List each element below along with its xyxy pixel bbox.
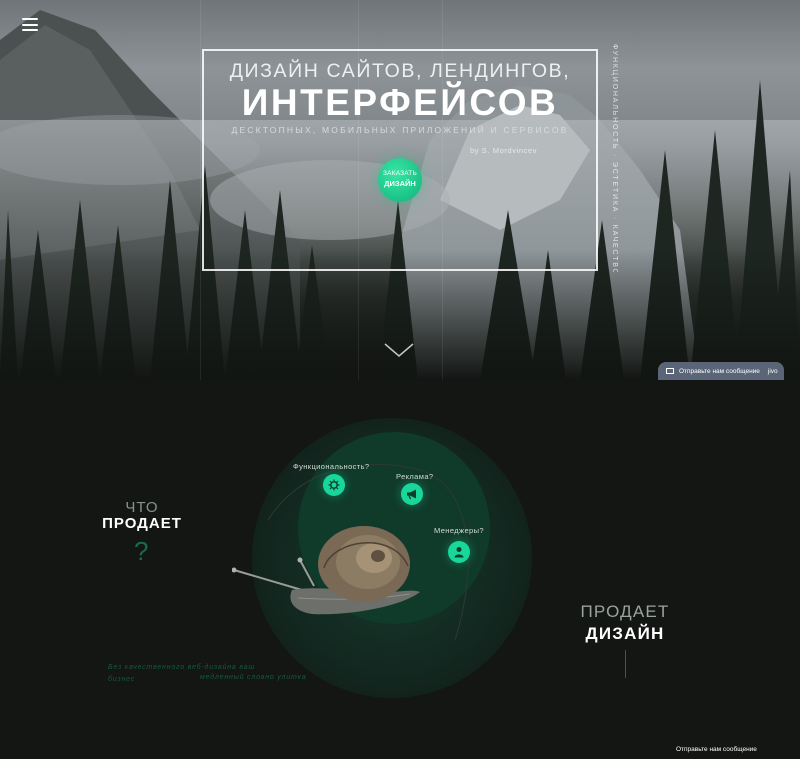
orbit-arc [267, 464, 469, 641]
bottom-chat-link[interactable]: Отправьте нам сообщение [676, 746, 757, 753]
megaphone-icon [407, 489, 416, 500]
node-label-functionality: Функциональность? [293, 462, 370, 471]
what-heading: ЧТО [125, 499, 159, 516]
gear-icon [328, 479, 340, 491]
person-icon [454, 547, 464, 558]
snail-image [232, 526, 420, 615]
managers-node[interactable] [448, 541, 470, 563]
advertising-node[interactable] [401, 483, 423, 505]
sells-design-heading-bottom: ДИЗАЙН [585, 624, 665, 643]
sells-design-heading-top: ПРОДАЕТ [580, 602, 670, 621]
node-label-managers: Менеджеры? [434, 526, 484, 535]
sells-heading: ПРОДАЕТ [102, 515, 182, 532]
divider-line [625, 650, 626, 678]
question-mark: ? [134, 536, 149, 566]
node-label-advertising: Реклама? [396, 472, 434, 481]
functionality-node[interactable] [323, 474, 345, 496]
page: ДИЗАЙН САЙТОВ, ЛЕНДИНГОВ, ИНТЕРФЕЙСОВ ДЕ… [0, 0, 800, 759]
caption-line2: медленный словно улитка [200, 674, 307, 681]
